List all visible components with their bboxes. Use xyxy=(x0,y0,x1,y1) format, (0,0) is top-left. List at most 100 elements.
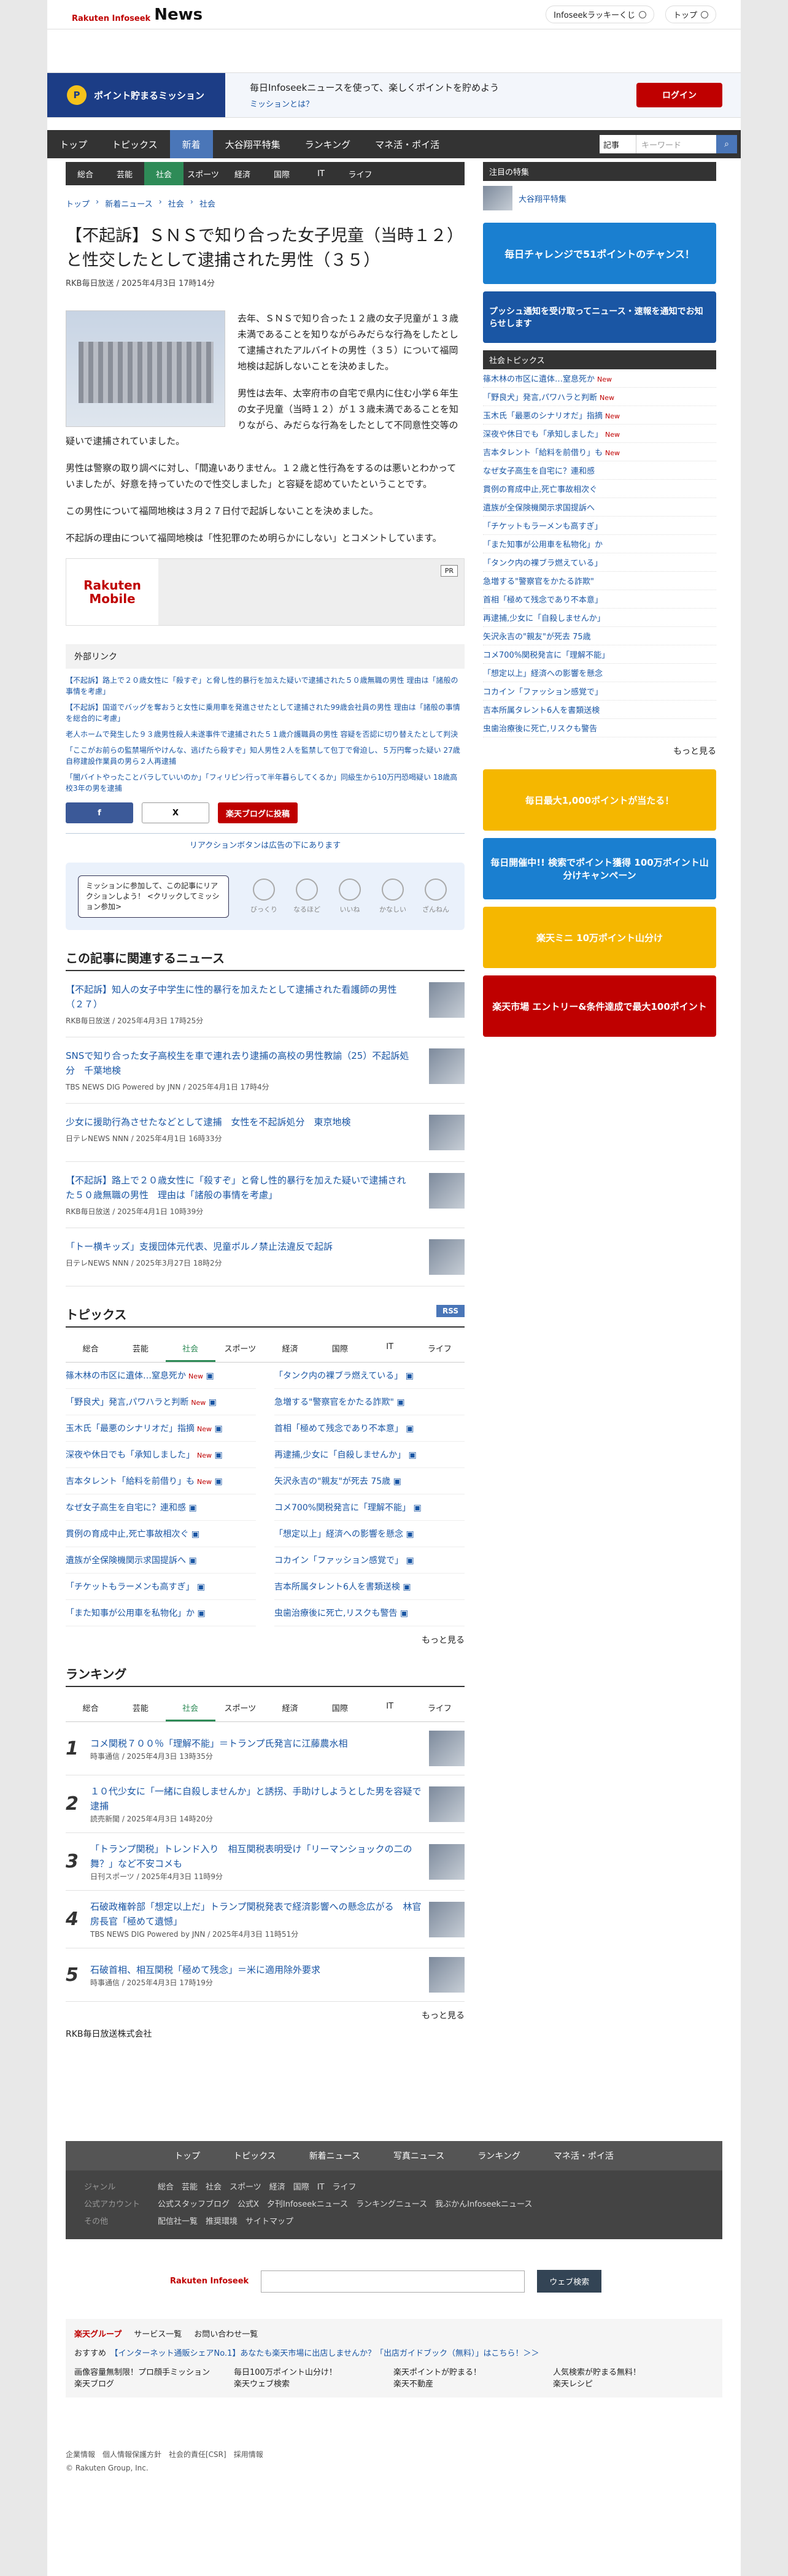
genre-tab[interactable]: 総合 xyxy=(66,1336,115,1362)
related-item[interactable]: 【不起訴】路上で２０歳女性に「殺すぞ」と脅し性的暴行を加えた疑いで逮捕された５０… xyxy=(66,1162,465,1228)
related-title[interactable]: 少女に援助行為させたなどとして逮捕 女性を不起訴処分 東京地検 xyxy=(66,1115,409,1129)
side-topic-item[interactable]: 「タンク内の裸ブラ燃えている」 xyxy=(483,553,716,572)
topic-item[interactable]: 「また知事が公用車を私物化」か ▣ xyxy=(66,1600,256,1626)
genre-tab[interactable]: スポーツ xyxy=(215,1696,265,1721)
side-topic-item[interactable]: 虫歯治療後に死亡,リスクも警告 xyxy=(483,719,716,737)
category-tab[interactable]: 経済 xyxy=(223,162,262,185)
reaction-button[interactable]: なるほど xyxy=(290,879,323,914)
side-banner[interactable]: 楽天市場 エントリー&条件達成で最大100ポイント xyxy=(483,975,716,1037)
topic-item[interactable]: 「チケットもラーメンも高すぎ」 ▣ xyxy=(66,1574,256,1600)
related-item[interactable]: 「トー横キッズ」支援団体元代表、児童ポルノ禁止法違反で起訴 日テレNEWS NNN… xyxy=(66,1228,465,1286)
breadcrumb-item[interactable]: 社会 xyxy=(168,198,184,209)
topic-item[interactable]: 吉本所属タレント6人を書類送検 ▣ xyxy=(274,1574,465,1600)
genre-tab[interactable]: IT xyxy=(365,1336,415,1362)
side-topic-item[interactable]: 「チケットもラーメンも高すぎ」 xyxy=(483,517,716,535)
promo-link[interactable]: 【インターネット通販シェアNo.1】あなたも楽天市場に出店しませんか？「出店ガイ… xyxy=(114,2349,539,2358)
category-tab[interactable]: 芸能 xyxy=(105,162,144,185)
reaction-button[interactable]: かなしい xyxy=(376,879,409,914)
nav-item[interactable]: 大谷翔平特集 xyxy=(213,130,293,158)
side-banner[interactable]: 毎日最大1,000ポイントが当たる！ xyxy=(483,769,716,831)
side-more-link[interactable]: もっと見る xyxy=(483,745,716,757)
category-tab[interactable]: 国際 xyxy=(262,162,301,185)
breadcrumb-item[interactable]: 新着ニュース xyxy=(105,198,152,209)
genre-tab[interactable]: 社会 xyxy=(165,1696,215,1721)
side-topic-item[interactable]: 急増する"警察官をかたる詐欺" xyxy=(483,572,716,590)
side-topic-item[interactable]: 遺族が全保険機関示求国提訴へ xyxy=(483,498,716,517)
topic-item[interactable]: コカイン「ファッション感覚で」 ▣ xyxy=(274,1547,465,1574)
related-thumb[interactable] xyxy=(429,1173,465,1209)
rss-button[interactable]: RSS xyxy=(436,1305,465,1317)
related-title[interactable]: 【不起訴】路上で２０歳女性に「殺すぞ」と脅し性的暴行を加えた疑いで逮捕された５０… xyxy=(66,1173,409,1202)
ranking-item[interactable]: 1 コメ関税７００％「理解不能」＝トランプ氏発言に江藤農水相 時事通信 / 2025… xyxy=(66,1722,465,1775)
genre-tab[interactable]: ライフ xyxy=(415,1336,465,1362)
side-topic-item[interactable]: 再逮捕,少女に「自殺しませんか」 xyxy=(483,609,716,627)
topic-item[interactable]: 急増する"警察官をかたる詐欺" ▣ xyxy=(274,1389,465,1415)
related-item[interactable]: 少女に援助行為させたなどとして逮捕 女性を不起訴処分 東京地検 日テレNEWS N… xyxy=(66,1104,465,1162)
account-links[interactable]: 公式スタッフブログ 公式X 夕刊Infoseekニュース ランキングニュース 我… xyxy=(158,2200,532,2209)
side-topic-item[interactable]: 矢沢永吉の"親友"が死去 75歳 xyxy=(483,627,716,645)
topic-item[interactable]: 玉木氏「最悪のシナリオだ」指摘 New ▣ xyxy=(66,1415,256,1442)
ranking-title[interactable]: コメ関税７００％「理解不能」＝トランプ氏発言に江藤農水相 xyxy=(90,1736,429,1751)
related-thumb[interactable] xyxy=(429,1048,465,1084)
nav-item[interactable]: 新着 xyxy=(169,130,213,158)
topic-item[interactable]: コメ700%関税発言に「理解不能」 ▣ xyxy=(274,1494,465,1521)
side-topic-item[interactable]: 深夜や休日でも「承知しました」 New xyxy=(483,425,716,443)
topic-item[interactable]: 首相「極めて残念であり不本意」 ▣ xyxy=(274,1415,465,1442)
reaction-bubble[interactable]: ミッションに参加して、この記事にリアクションしよう！ <クリックしてミッション参… xyxy=(78,875,229,918)
footer-search-input[interactable] xyxy=(261,2270,525,2293)
external-link[interactable]: 「ここがお前らの監禁場所やけんな、逃げたら殺すぞ」知人男性２人を監禁して包丁で脅… xyxy=(66,745,465,767)
topic-item[interactable]: なぜ女子高生を自宅に？連和感 ▣ xyxy=(66,1494,256,1521)
mission-link[interactable]: ミッションとは？ xyxy=(250,98,499,109)
home-button[interactable]: トップ xyxy=(665,6,716,23)
mission-banner[interactable]: 毎日チャレンジで51ポイントのチャンス！ xyxy=(483,223,716,284)
search-icon[interactable]: ⌕ xyxy=(716,135,737,153)
category-tab[interactable]: ライフ xyxy=(341,162,380,185)
web-search-button[interactable]: ウェブ検索 xyxy=(537,2270,602,2293)
nav-item[interactable]: トップ xyxy=(47,130,99,158)
genre-tab[interactable]: 芸能 xyxy=(115,1696,165,1721)
ranking-item[interactable]: 5 石破首相、相互関税「極めて残念」＝米に適用除外要求 時事通信 / 2025年4月… xyxy=(66,1948,465,2002)
push-banner[interactable]: プッシュ通知を受け取ってニュース・速報を通知でお知らせします xyxy=(483,291,716,343)
other-links[interactable]: 配信社一覧 推奨環境 サイトマップ xyxy=(158,2217,293,2226)
ranking-thumb[interactable] xyxy=(429,1786,465,1822)
nav-item[interactable]: ランキング xyxy=(293,130,363,158)
ranking-item[interactable]: 2 １０代少女に「一緒に自殺しませんか」と誘拐、手助けしようとした男を容疑で逮捕読… xyxy=(66,1775,465,1833)
contact-list-link[interactable]: お問い合わせ一覧 xyxy=(194,2328,258,2339)
topic-item[interactable]: 虫歯治療後に死亡,リスクも警告 ▣ xyxy=(274,1600,465,1626)
footer-nav-item[interactable]: ランキング xyxy=(477,2150,520,2162)
external-link[interactable]: 【不起訴】国道でバッグを奪おうと女性に乗用車を発進させたとして逮捕された99歳会… xyxy=(66,702,465,724)
external-link[interactable]: 老人ホームで発生した９３歳男性殺人未遂事件で逮捕された５１歳介護職員の男性 容疑… xyxy=(66,729,465,740)
genre-tab[interactable]: ライフ xyxy=(415,1696,465,1721)
side-topic-item[interactable]: 首相「極めて残念であり不本意」 xyxy=(483,590,716,609)
footer-service[interactable]: 毎日100万ポイント山分け！ 楽天ウェブ検索 xyxy=(234,2366,381,2389)
side-banner[interactable]: 毎日開催中!! 検索でポイント獲得 100万ポイント山分けキャンペーン xyxy=(483,838,716,899)
ranking-title[interactable]: 石破首相、相互関税「極めて残念」＝米に適用除外要求 xyxy=(90,1963,429,1977)
ranking-more-link[interactable]: もっと見る xyxy=(66,2009,465,2021)
side-topic-item[interactable]: 「野良犬」発言,パワハラと判断 New xyxy=(483,388,716,406)
footer-nav-item[interactable]: トピックス xyxy=(233,2150,276,2162)
topic-item[interactable]: 「想定以上」経済への影響を懸念 ▣ xyxy=(274,1521,465,1547)
footer-service[interactable]: 人気検索が貯まる無料！ 楽天レシピ xyxy=(553,2366,700,2389)
genre-tab[interactable]: 国際 xyxy=(315,1696,365,1721)
category-tab[interactable]: 社会 xyxy=(144,162,183,185)
genre-tab[interactable]: 芸能 xyxy=(115,1336,165,1362)
site-logo[interactable]: Rakuten Infoseek News xyxy=(72,7,203,23)
topic-item[interactable]: 遺族が全保険機関示求国提訴へ ▣ xyxy=(66,1547,256,1574)
related-title[interactable]: SNSで知り合った女子高校生を車で連れ去り逮捕の高校の男性教諭（25）不起訴処分… xyxy=(66,1048,409,1078)
reaction-button[interactable]: ざんねん xyxy=(419,879,452,914)
service-list-link[interactable]: サービス一覧 xyxy=(134,2328,182,2339)
side-topic-item[interactable]: なぜ女子高生を自宅に？連和感 xyxy=(483,461,716,480)
topic-item[interactable]: 篠木林の市区に遺体…窒息死か New ▣ xyxy=(66,1363,256,1389)
search-input[interactable]: キーワード xyxy=(636,135,716,153)
side-topic-item[interactable]: 「また知事が公用車を私物化」か xyxy=(483,535,716,553)
ranking-thumb[interactable] xyxy=(429,1731,465,1766)
genre-links[interactable]: 総合 芸能 社会 スポーツ 経済 国際 IT ライフ xyxy=(158,2183,357,2192)
facebook-share-button[interactable]: f xyxy=(66,802,133,823)
topic-item[interactable]: 「タンク内の裸ブラ燃えている」 ▣ xyxy=(274,1363,465,1389)
nav-item[interactable]: トピックス xyxy=(99,130,170,158)
genre-tab[interactable]: 経済 xyxy=(265,1336,315,1362)
topic-item[interactable]: 貫例の育成中止,死亡事故相次ぐ ▣ xyxy=(66,1521,256,1547)
genre-tab[interactable]: 国際 xyxy=(315,1336,365,1362)
topic-item[interactable]: 吉本タレント「給料を前借り」も New ▣ xyxy=(66,1468,256,1494)
ranking-item[interactable]: 4 石破政権幹部「想定以上だ」トランプ関税発表で経済影響への懸念広がる 林官房長官… xyxy=(66,1891,465,1948)
